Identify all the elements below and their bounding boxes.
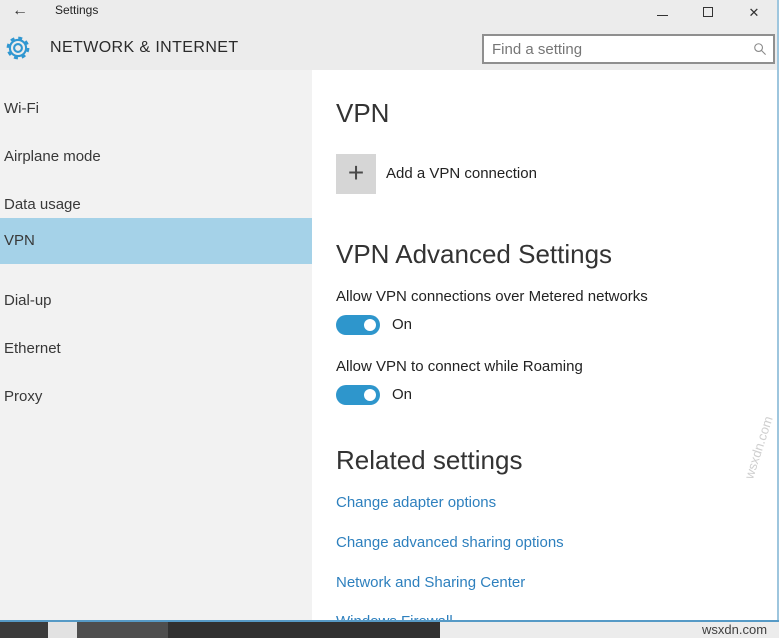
app-header: NETWORK & INTERNET xyxy=(0,26,777,70)
sidebar-item-wifi[interactable]: Wi-Fi xyxy=(0,86,312,132)
close-icon: ✕ xyxy=(749,6,760,19)
window-title: Settings xyxy=(55,3,98,17)
sidebar-item-vpn[interactable]: VPN xyxy=(0,218,312,264)
back-arrow-icon: ← xyxy=(12,2,28,19)
roaming-toggle-label: Allow VPN to connect while Roaming xyxy=(336,358,583,375)
window-bottom-border xyxy=(0,620,779,622)
sidebar-item-proxy[interactable]: Proxy xyxy=(0,374,312,420)
metered-toggle-label: Allow VPN connections over Metered netwo… xyxy=(336,288,648,305)
related-settings-title: Related settings xyxy=(336,445,522,476)
link-network-and-sharing-center[interactable]: Network and Sharing Center xyxy=(336,574,525,591)
metered-toggle[interactable] xyxy=(336,315,380,335)
sidebar-item-airplane-mode[interactable]: Airplane mode xyxy=(0,134,312,180)
settings-window: ← Settings ✕ NETWORK & INTERNET xyxy=(0,0,779,622)
sidebar: Wi-Fi Airplane mode Data usage VPN Dial-… xyxy=(0,70,312,620)
metered-toggle-state: On xyxy=(392,316,412,333)
maximize-button[interactable] xyxy=(685,0,731,24)
bottom-strip xyxy=(0,622,779,638)
strip-segment xyxy=(168,622,440,638)
strip-segment xyxy=(48,622,77,638)
page-header-title: NETWORK & INTERNET xyxy=(50,39,239,57)
roaming-toggle-row: On xyxy=(336,385,536,405)
search-box xyxy=(482,34,775,64)
sidebar-item-dial-up[interactable]: Dial-up xyxy=(0,278,312,324)
link-change-advanced-sharing-options[interactable]: Change advanced sharing options xyxy=(336,534,564,551)
search-input[interactable] xyxy=(484,36,747,62)
plus-icon: + xyxy=(348,159,364,187)
scrollbar-thumb[interactable] xyxy=(77,622,168,638)
add-vpn-label: Add a VPN connection xyxy=(386,165,537,182)
toggle-knob xyxy=(364,389,376,401)
add-vpn-connection-button[interactable]: + Add a VPN connection xyxy=(336,154,736,194)
search-icon[interactable] xyxy=(747,42,773,56)
maximize-icon xyxy=(703,7,713,17)
sidebar-item-ethernet[interactable]: Ethernet xyxy=(0,326,312,372)
toggle-knob xyxy=(364,319,376,331)
link-change-adapter-options[interactable]: Change adapter options xyxy=(336,494,496,511)
page-title: VPN xyxy=(336,98,389,129)
roaming-toggle[interactable] xyxy=(336,385,380,405)
strip-segment xyxy=(0,622,48,638)
main-content: VPN + Add a VPN connection VPN Advanced … xyxy=(312,70,777,620)
advanced-settings-title: VPN Advanced Settings xyxy=(336,239,612,270)
title-bar: ← Settings ✕ xyxy=(0,0,777,26)
back-button[interactable]: ← xyxy=(8,0,32,24)
watermark-bottom-right: wsxdn.com xyxy=(702,622,767,637)
close-button[interactable]: ✕ xyxy=(731,0,777,24)
window-controls: ✕ xyxy=(639,0,777,26)
minimize-button[interactable] xyxy=(639,0,685,24)
settings-gear-icon xyxy=(3,33,33,68)
roaming-toggle-state: On xyxy=(392,386,412,403)
minimize-icon xyxy=(657,15,668,16)
add-square: + xyxy=(336,154,376,194)
metered-toggle-row: On xyxy=(336,315,536,335)
